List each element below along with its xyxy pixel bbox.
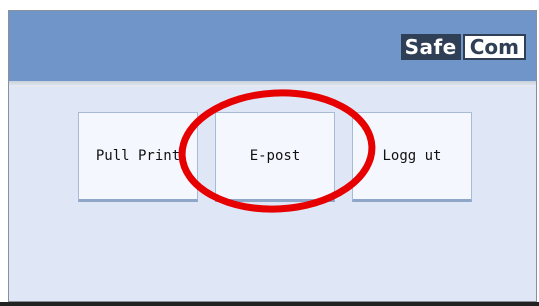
logo-safe-text: Safe <box>400 34 461 60</box>
header-bar: Safe Com <box>9 11 536 82</box>
e-post-label: E-post <box>249 148 301 164</box>
logg-ut-label: Logg ut <box>382 148 442 164</box>
device-panel: Safe Com Pull Print E-post Logg ut <box>8 10 537 302</box>
pull-print-label: Pull Print <box>95 148 181 164</box>
pull-print-button[interactable]: Pull Print <box>78 112 198 202</box>
logo-com-text: Com <box>462 34 526 60</box>
e-post-button[interactable]: E-post <box>215 112 335 202</box>
header-divider <box>9 81 536 87</box>
logg-ut-button[interactable]: Logg ut <box>352 112 472 202</box>
bottom-edge <box>0 302 539 306</box>
safecom-logo: Safe Com <box>400 34 526 60</box>
